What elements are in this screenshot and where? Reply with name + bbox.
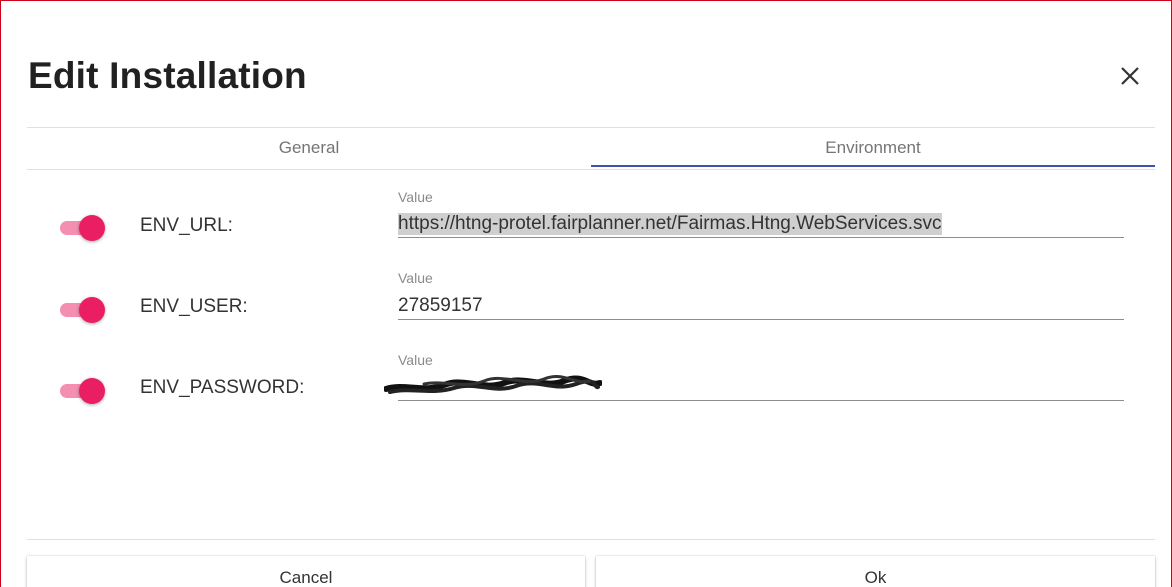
env-password-toggle[interactable] (58, 377, 106, 405)
tab-environment-label: Environment (825, 138, 921, 157)
tab-general[interactable]: General (27, 128, 591, 168)
env-url-value-label: Value (398, 189, 433, 205)
toggle-thumb (79, 215, 105, 241)
active-tab-indicator (591, 165, 1155, 167)
env-url-input[interactable]: https://htng-protel.fairplanner.net/Fair… (398, 210, 1124, 238)
env-row-password: ENV_PASSWORD: Value (0, 348, 1172, 428)
env-url-label: ENV_URL: (140, 215, 233, 236)
redaction-scribble (384, 375, 602, 394)
footer-divider (27, 539, 1155, 540)
toggle-thumb (79, 378, 105, 404)
env-user-value-label: Value (398, 270, 433, 286)
ok-button[interactable]: Ok (596, 556, 1155, 587)
env-user-toggle[interactable] (58, 296, 106, 324)
env-row-url: ENV_URL: Value https://htng-protel.fairp… (0, 185, 1172, 265)
tab-environment[interactable]: Environment (591, 128, 1155, 168)
cancel-button[interactable]: Cancel (27, 556, 585, 587)
env-password-label: ENV_PASSWORD: (140, 377, 305, 398)
close-icon[interactable] (1116, 62, 1144, 90)
env-url-toggle[interactable] (58, 214, 106, 242)
env-user-label: ENV_USER: (140, 296, 248, 317)
tab-general-label: General (278, 138, 340, 157)
tabs-divider (27, 169, 1155, 170)
env-row-user: ENV_USER: Value (0, 266, 1172, 346)
dialog-title: Edit Installation (28, 55, 307, 96)
env-url-value: https://htng-protel.fairplanner.net/Fair… (398, 212, 942, 235)
toggle-thumb (79, 297, 105, 323)
env-password-value-label: Value (398, 352, 433, 368)
env-user-input[interactable] (398, 292, 1124, 320)
